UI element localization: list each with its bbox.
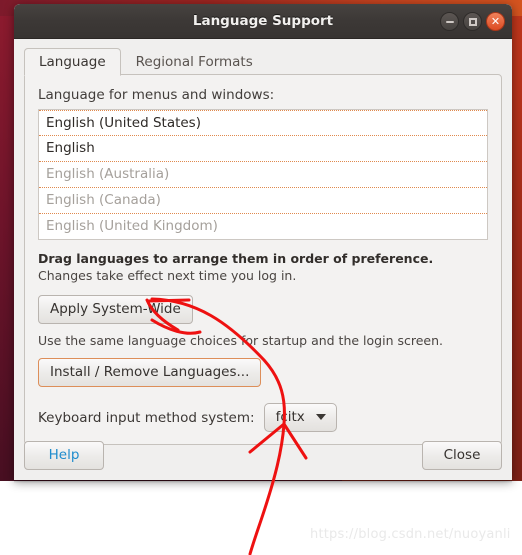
install-remove-languages-button[interactable]: Install / Remove Languages... [38, 358, 262, 387]
apply-hint: Use the same language choices for startu… [38, 333, 443, 348]
close-icon[interactable]: ✕ [486, 12, 505, 31]
window-body: Language Regional Formats Language for m… [14, 39, 512, 480]
language-list[interactable]: English (United States) English English … [38, 109, 488, 240]
chevron-down-icon [315, 414, 326, 420]
window-controls: ✕ [440, 12, 505, 31]
changes-hint: Changes take effect next time you log in… [38, 268, 297, 283]
dialog-footer: Help Close [24, 438, 502, 472]
window-titlebar[interactable]: Language Support ✕ [14, 4, 512, 39]
tab-regional-formats[interactable]: Regional Formats [121, 48, 268, 76]
watermark: https://blog.csdn.net/nuoyanli [310, 527, 511, 542]
tab-language[interactable]: Language [24, 48, 121, 76]
keyboard-input-method-row: Keyboard input method system: fcitx [38, 403, 488, 432]
maximize-icon[interactable] [463, 12, 482, 31]
list-item[interactable]: English (Canada) [39, 188, 487, 214]
keyboard-input-method-value: fcitx [275, 409, 305, 425]
list-item[interactable]: English [39, 136, 487, 162]
keyboard-input-method-label: Keyboard input method system: [38, 409, 255, 426]
close-button[interactable]: Close [422, 440, 502, 470]
keyboard-input-method-select[interactable]: fcitx [263, 403, 337, 432]
window-bottom-edge [14, 480, 512, 483]
list-item[interactable]: English (United States) [39, 110, 487, 136]
minimize-icon[interactable] [440, 12, 459, 31]
list-item[interactable]: English (United Kingdom) [39, 214, 487, 239]
apply-system-wide-button[interactable]: Apply System-Wide [38, 295, 193, 324]
list-item[interactable]: English (Australia) [39, 162, 487, 188]
language-list-label: Language for menus and windows: [38, 87, 275, 103]
tab-language-label: Language [39, 54, 106, 70]
window-title: Language Support [192, 13, 334, 29]
help-button[interactable]: Help [24, 440, 104, 470]
screenshot-root: Language Support ✕ Language Regional For… [0, 0, 522, 555]
language-support-window: Language Support ✕ Language Regional For… [14, 4, 512, 480]
tab-bar: Language Regional Formats [24, 47, 502, 76]
tab-regional-formats-label: Regional Formats [135, 54, 253, 70]
language-tab-panel: Language for menus and windows: English … [24, 74, 502, 445]
drag-hint: Drag languages to arrange them in order … [38, 251, 434, 266]
